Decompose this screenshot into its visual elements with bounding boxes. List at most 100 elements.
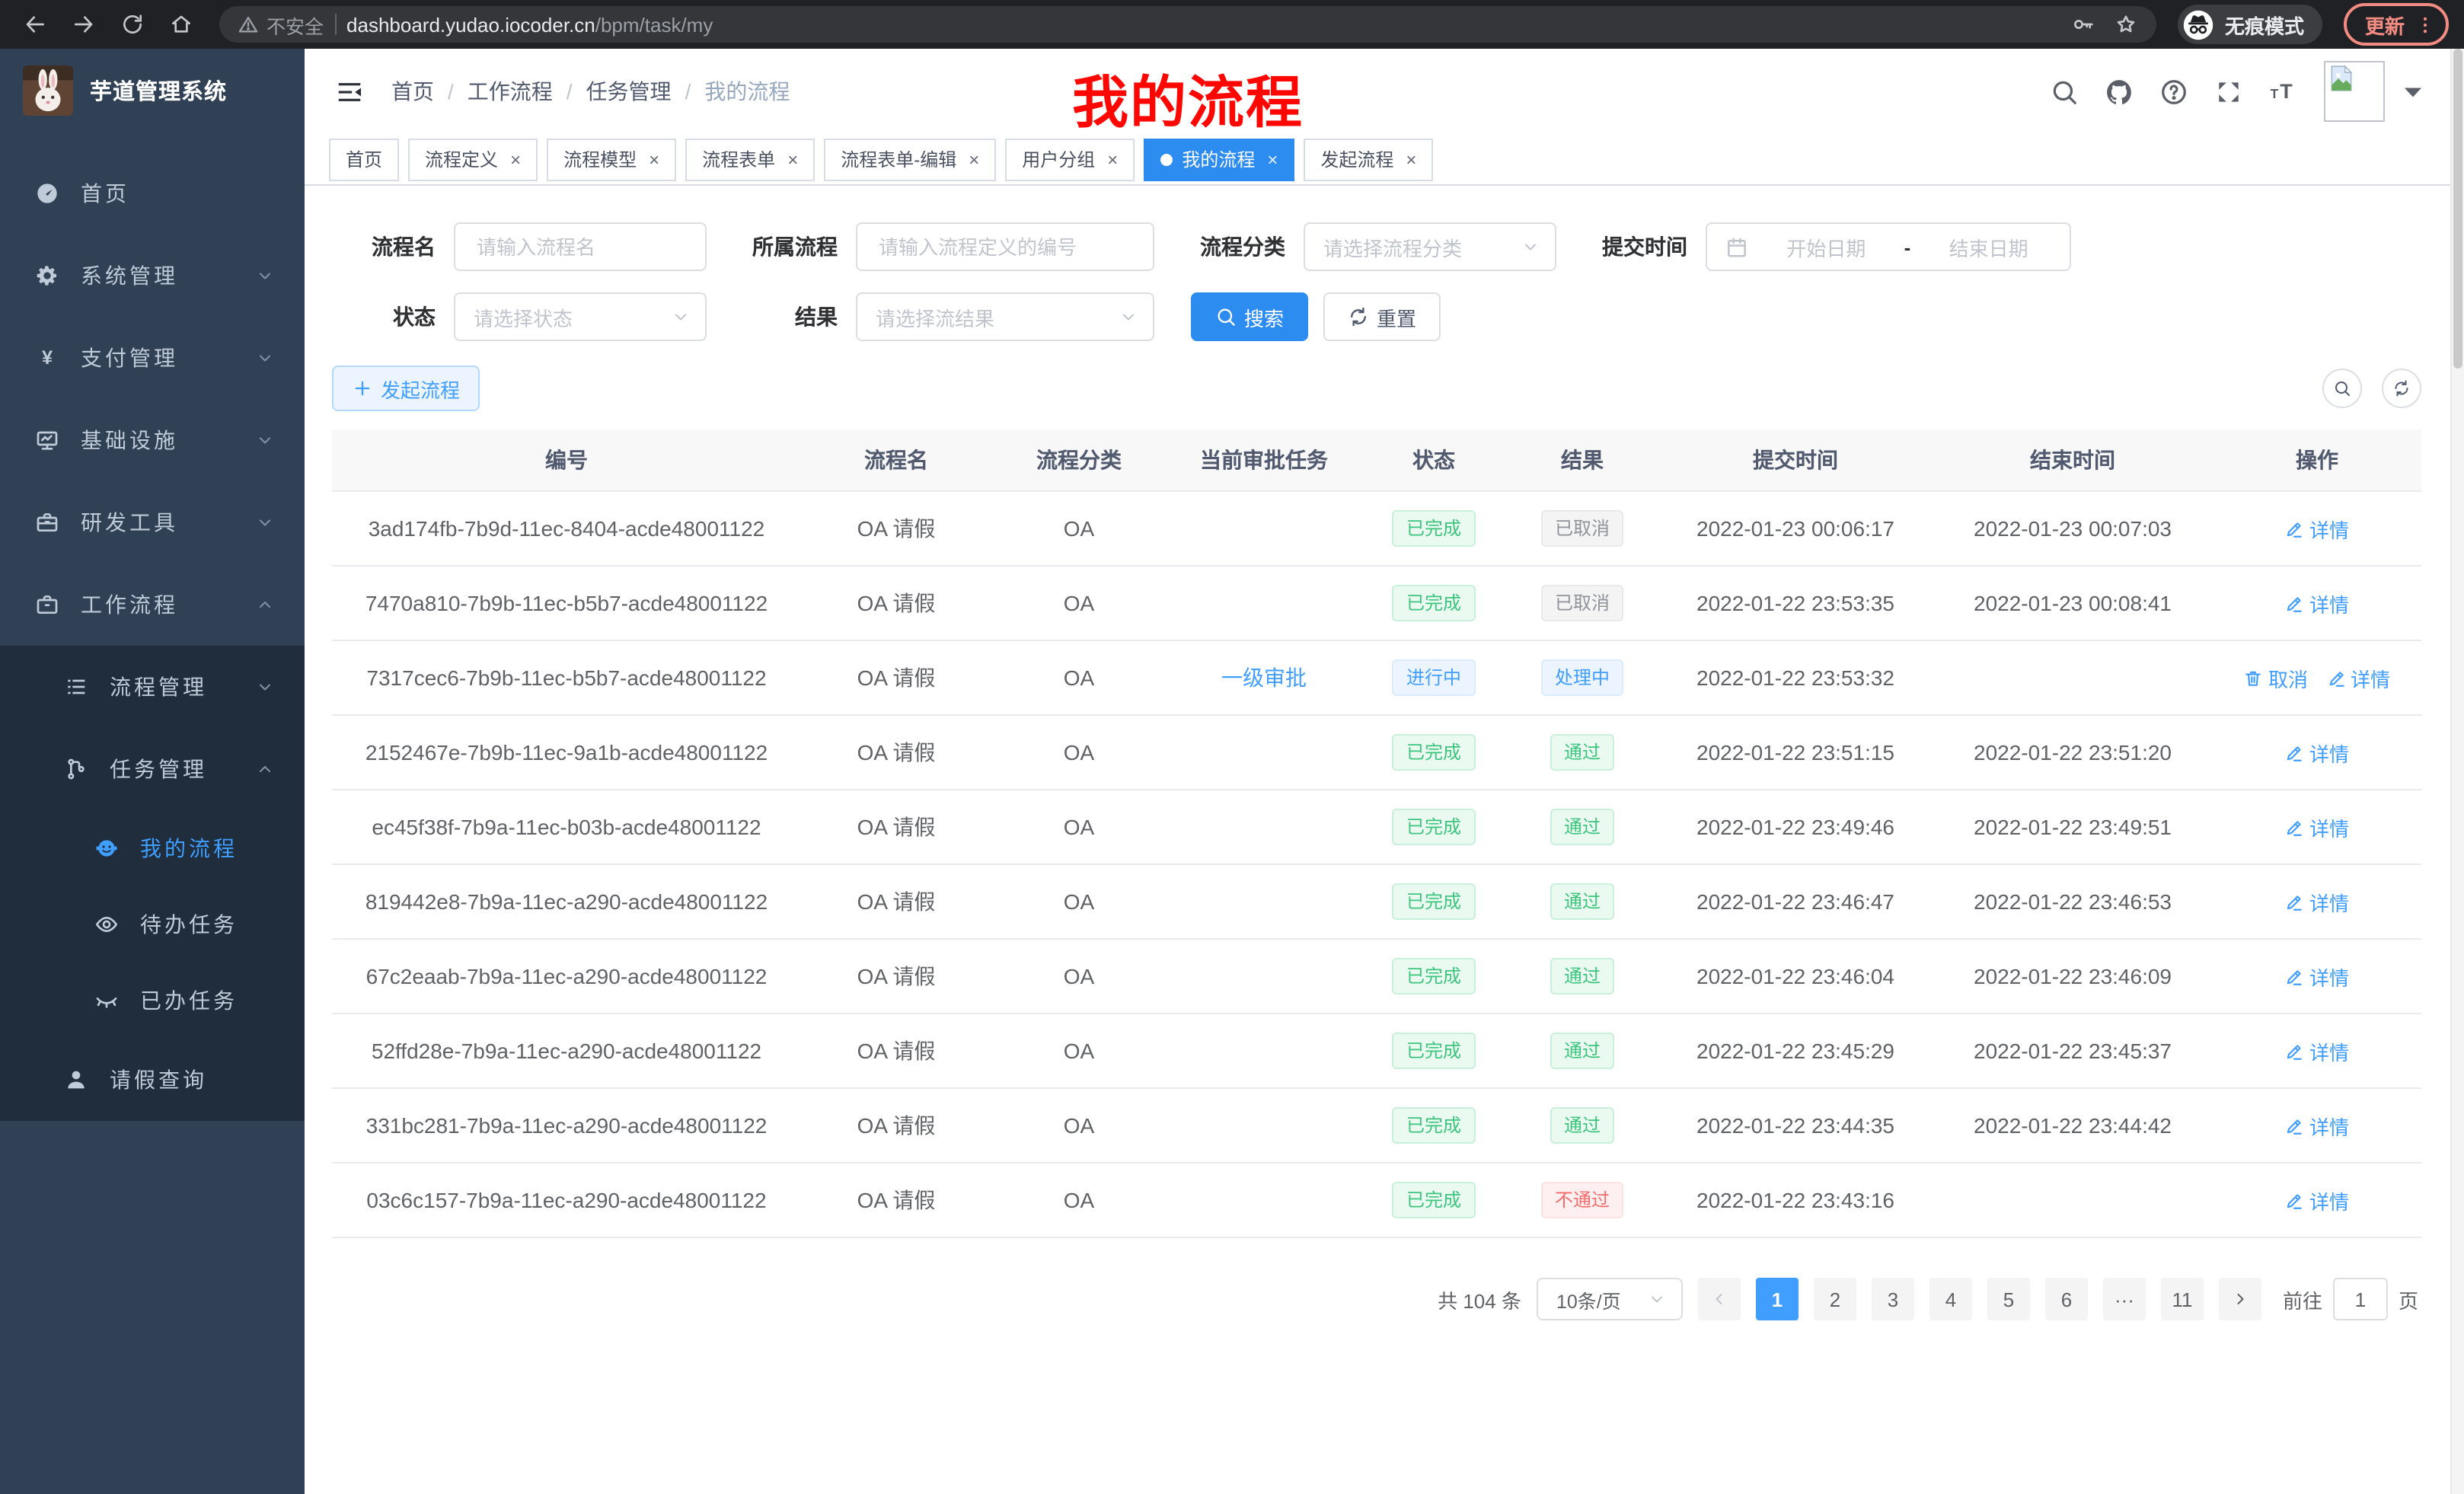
sidebar-item[interactable]: 基础设施 bbox=[0, 399, 305, 481]
gear-icon bbox=[35, 263, 59, 288]
detail-action-link[interactable]: 详情 bbox=[2285, 1186, 2349, 1215]
sidebar-item[interactable]: 工作流程 bbox=[0, 563, 305, 646]
gauge-icon bbox=[35, 181, 59, 206]
process-key-input[interactable] bbox=[876, 234, 1135, 260]
page-size-select[interactable]: 10条/页 bbox=[1537, 1278, 1683, 1320]
tab-close-icon[interactable]: × bbox=[1406, 148, 1416, 170]
search-button[interactable]: 搜索 bbox=[1191, 292, 1308, 341]
process-name-input[interactable] bbox=[474, 234, 687, 260]
sidebar-item[interactable]: 系统管理 bbox=[0, 235, 305, 317]
status-select[interactable]: 请选择状态 bbox=[454, 292, 707, 341]
tab[interactable]: 用户分组 × bbox=[1005, 138, 1135, 180]
page-number-button[interactable]: 1 bbox=[1756, 1278, 1799, 1320]
create-process-button[interactable]: 发起流程 bbox=[332, 366, 480, 411]
page-number-button[interactable]: 3 bbox=[1872, 1278, 1914, 1320]
reload-icon[interactable] bbox=[113, 12, 152, 37]
goto-page-input[interactable] bbox=[2333, 1278, 2388, 1320]
refresh-table-button[interactable] bbox=[2382, 369, 2421, 408]
address-bar[interactable]: 不安全 dashboard.yudao.iocoder.cn/bpm/task/… bbox=[219, 6, 2156, 43]
result-select[interactable]: 请选择流结果 bbox=[856, 292, 1154, 341]
end-date-placeholder[interactable]: 结束日期 bbox=[1926, 232, 2051, 261]
detail-action-link[interactable]: 详情 bbox=[2285, 514, 2349, 543]
date-range-picker[interactable]: 开始日期 - 结束日期 bbox=[1706, 222, 2071, 271]
back-icon[interactable] bbox=[15, 12, 55, 37]
breadcrumb-home[interactable]: 首页 bbox=[391, 76, 434, 107]
page-number-button[interactable]: 4 bbox=[1929, 1278, 1972, 1320]
key-icon[interactable] bbox=[2071, 12, 2095, 37]
eye-icon bbox=[94, 912, 119, 937]
detail-action-link[interactable]: 详情 bbox=[2285, 738, 2349, 767]
main-area: 首页 / 工作流程 / 任务管理 / 我的流程 我的流程 TT bbox=[305, 49, 2452, 1494]
sidebar-item[interactable]: 待办任务 bbox=[0, 886, 305, 962]
tab[interactable]: 我的流程 × bbox=[1144, 138, 1294, 180]
font-size-icon[interactable]: TT bbox=[2269, 77, 2298, 106]
detail-action-link[interactable]: 详情 bbox=[2285, 962, 2349, 991]
sidebar-item[interactable]: ¥ 支付管理 bbox=[0, 317, 305, 399]
current-task-link[interactable]: 一级审批 bbox=[1221, 666, 1307, 690]
tab[interactable]: 流程表单 × bbox=[685, 138, 815, 180]
page-number-button[interactable]: 6 bbox=[2045, 1278, 2088, 1320]
sidebar-item[interactable]: 流程管理 bbox=[0, 646, 305, 728]
show-search-toggle-button[interactable] bbox=[2322, 369, 2362, 408]
tab-close-icon[interactable]: × bbox=[969, 148, 979, 170]
detail-action-link[interactable]: 详情 bbox=[2285, 589, 2349, 618]
sidebar-collapse-icon[interactable] bbox=[329, 77, 370, 106]
cancel-action-link[interactable]: 取消 bbox=[2244, 663, 2308, 692]
sidebar-item[interactable]: 任务管理 bbox=[0, 728, 305, 810]
tab[interactable]: 流程模型 × bbox=[547, 138, 676, 180]
breadcrumb-workflow[interactable]: 工作流程 bbox=[468, 76, 553, 107]
home-icon[interactable] bbox=[161, 12, 201, 37]
detail-action-link[interactable]: 详情 bbox=[2285, 887, 2349, 916]
tab[interactable]: 流程定义 × bbox=[408, 138, 538, 180]
category-select[interactable]: 请选择流程分类 bbox=[1304, 222, 1556, 271]
tab-close-icon[interactable]: × bbox=[1267, 148, 1278, 170]
start-date-placeholder[interactable]: 开始日期 bbox=[1763, 232, 1889, 261]
detail-action-link[interactable]: 详情 bbox=[2285, 1111, 2349, 1140]
fullscreen-icon[interactable] bbox=[2214, 77, 2243, 106]
tab[interactable]: 发起流程 × bbox=[1304, 138, 1433, 180]
sidebar-item[interactable]: 请假查询 bbox=[0, 1039, 305, 1121]
forward-icon[interactable] bbox=[64, 12, 104, 37]
create-process-label: 发起流程 bbox=[381, 374, 460, 403]
avatar-caret-icon[interactable] bbox=[2399, 77, 2427, 106]
tab-close-icon[interactable]: × bbox=[1107, 148, 1118, 170]
user-avatar[interactable] bbox=[2324, 61, 2427, 122]
process-key-input-wrap bbox=[856, 222, 1154, 271]
col-actions: 操作 bbox=[2213, 429, 2421, 491]
sidebar-item[interactable]: 研发工具 bbox=[0, 481, 305, 563]
scrollbar-thumb[interactable] bbox=[2453, 49, 2462, 369]
help-icon[interactable] bbox=[2159, 77, 2188, 106]
security-indicator[interactable]: 不安全 bbox=[238, 10, 324, 39]
menu-dots-icon[interactable] bbox=[2414, 13, 2437, 36]
detail-action-link[interactable]: 详情 bbox=[2285, 1036, 2349, 1065]
next-page-button[interactable] bbox=[2219, 1278, 2261, 1320]
tab-close-icon[interactable]: × bbox=[787, 148, 798, 170]
tab-close-icon[interactable]: × bbox=[649, 148, 659, 170]
breadcrumb-task[interactable]: 任务管理 bbox=[586, 76, 672, 107]
sidebar-item[interactable]: 首页 bbox=[0, 152, 305, 235]
star-icon[interactable] bbox=[2114, 12, 2138, 37]
search-icon[interactable] bbox=[2050, 77, 2079, 106]
update-button[interactable]: 更新 bbox=[2344, 3, 2449, 46]
page-number-button[interactable]: 2 bbox=[1814, 1278, 1856, 1320]
detail-action-link[interactable]: 详情 bbox=[2326, 663, 2390, 692]
page-number-button[interactable]: 5 bbox=[1987, 1278, 2030, 1320]
page-scrollbar[interactable] bbox=[2450, 49, 2464, 1494]
action-label: 详情 bbox=[2309, 812, 2349, 841]
reset-button[interactable]: 重置 bbox=[1323, 292, 1441, 341]
tab[interactable]: 流程表单-编辑 × bbox=[824, 138, 996, 180]
avatar-broken-image[interactable] bbox=[2324, 61, 2385, 122]
page-ellipsis-button[interactable]: ··· bbox=[2103, 1278, 2146, 1320]
tab[interactable]: 首页 bbox=[329, 138, 399, 180]
page-number-button[interactable]: 11 bbox=[2161, 1278, 2204, 1320]
prev-page-button[interactable] bbox=[1698, 1278, 1741, 1320]
github-icon[interactable] bbox=[2105, 77, 2134, 106]
sidebar-item[interactable]: 我的流程 bbox=[0, 810, 305, 886]
table-row: 03c6c157-7b9a-11ec-a290-acde48001122 OA … bbox=[332, 1163, 2421, 1237]
table-row: 7470a810-7b9b-11ec-b5b7-acde48001122 OA … bbox=[332, 566, 2421, 640]
sidebar-item[interactable]: 已办任务 bbox=[0, 962, 305, 1039]
incognito-badge: 无痕模式 bbox=[2178, 5, 2322, 44]
tab-close-icon[interactable]: × bbox=[510, 148, 521, 170]
detail-action-link[interactable]: 详情 bbox=[2285, 812, 2349, 841]
chevron-down-icon bbox=[256, 678, 274, 696]
